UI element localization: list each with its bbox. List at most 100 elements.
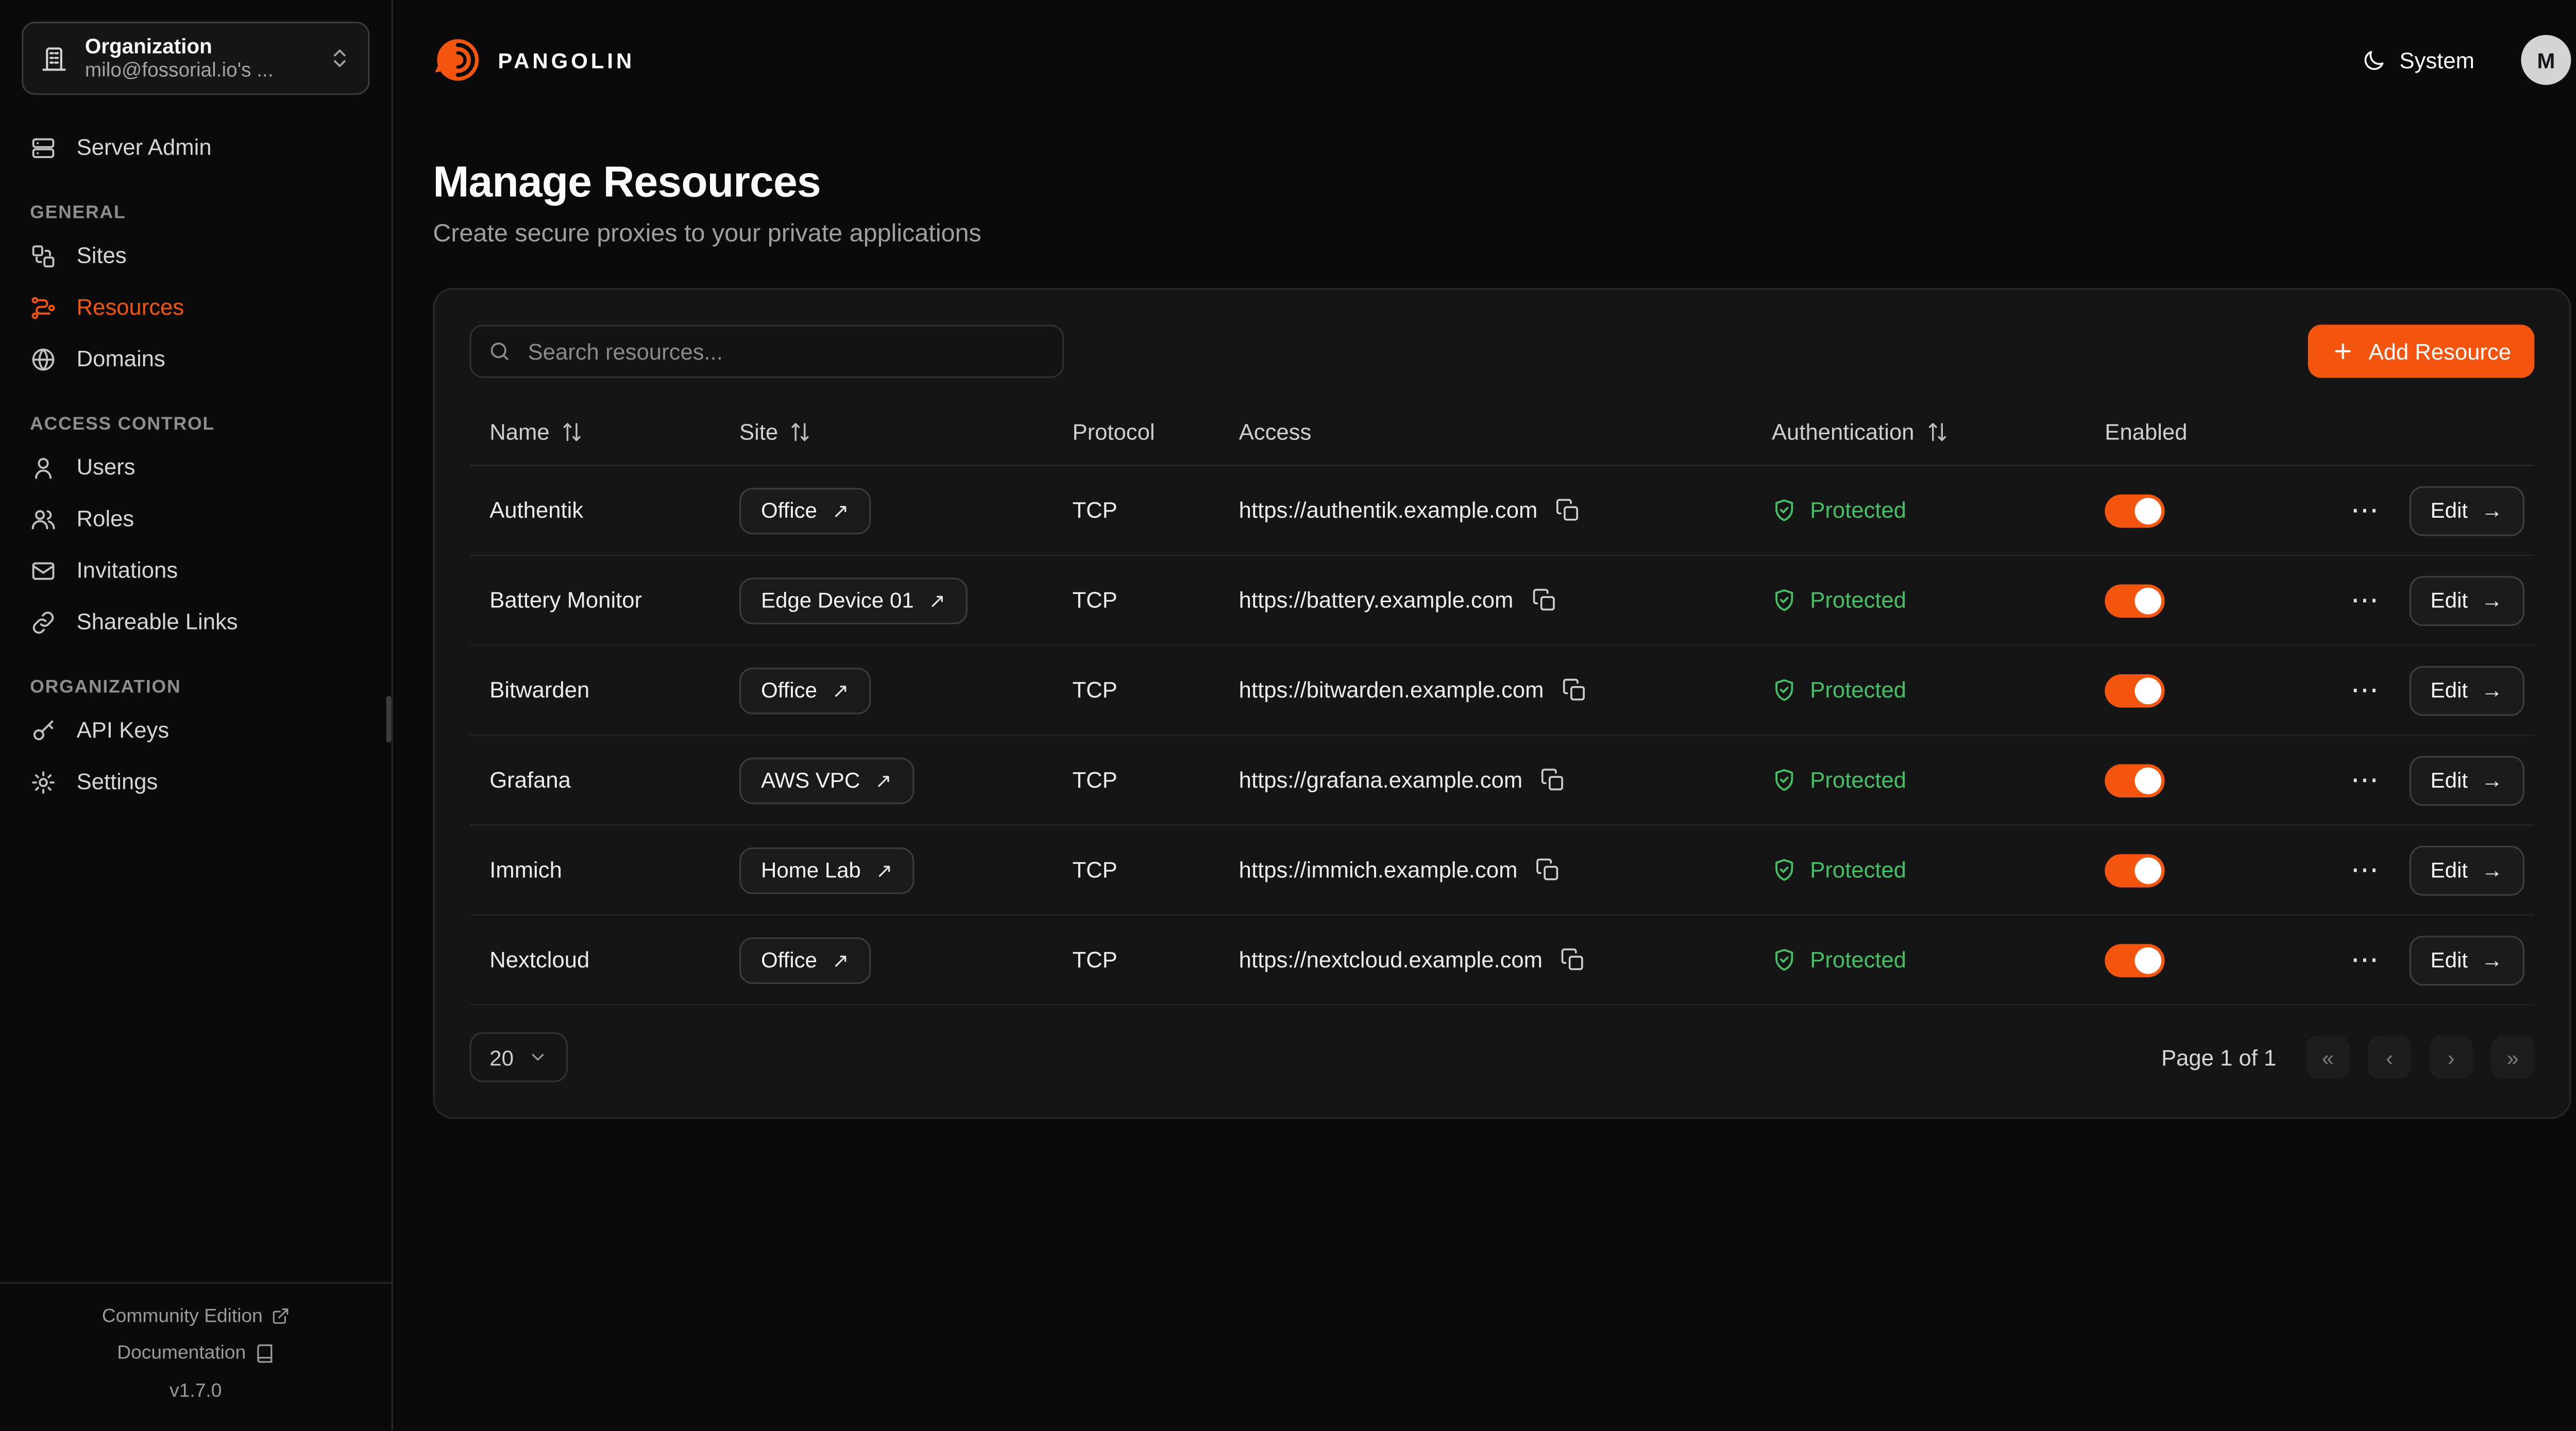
org-picker-text: Organization milo@fossorial.io's ... (85, 35, 312, 81)
sidebar-section-general: GENERAL (16, 203, 375, 223)
site-name: Home Lab (761, 858, 861, 882)
external-link-icon: ↗ (876, 858, 893, 881)
sidebar-item-domains[interactable]: Domains (16, 333, 375, 384)
copy-icon (1561, 947, 1586, 972)
auth-status: Protected (1810, 588, 1906, 612)
moon-icon (2361, 47, 2386, 72)
enabled-toggle[interactable] (2105, 584, 2164, 617)
prev-page-button[interactable]: ‹ (2368, 1035, 2411, 1079)
column-label: Enabled (2105, 419, 2187, 444)
enabled-toggle[interactable] (2105, 853, 2164, 887)
mail-icon (30, 557, 57, 584)
documentation-link[interactable]: Documentation (13, 1336, 378, 1373)
edit-button[interactable]: Edit → (2409, 935, 2524, 985)
page-size-select[interactable]: 20 (469, 1032, 568, 1082)
site-link-button[interactable]: Office ↗ (739, 936, 871, 983)
org-picker[interactable]: Organization milo@fossorial.io's ... (22, 22, 370, 95)
search-input[interactable] (524, 337, 1046, 366)
copy-icon (1556, 498, 1581, 522)
column-header-authentication[interactable]: Authentication (1752, 419, 2084, 444)
more-actions-button[interactable]: ⋯ (2347, 856, 2382, 884)
copy-url-button[interactable] (1556, 498, 1581, 522)
community-edition-label: Community Edition (102, 1298, 263, 1335)
copy-url-button[interactable] (1562, 677, 1587, 702)
more-actions-button[interactable]: ⋯ (2347, 586, 2382, 615)
theme-label: System (2399, 47, 2474, 72)
sidebar-item-label: Settings (77, 769, 158, 794)
edit-label: Edit (2431, 677, 2468, 702)
arrow-right-icon: → (2481, 588, 2503, 612)
sidebar-item-api-keys[interactable]: API Keys (16, 704, 375, 756)
resource-access-url: https://bitwarden.example.com (1239, 677, 1544, 702)
more-actions-button[interactable]: ⋯ (2347, 766, 2382, 794)
card-footer: 20 Page 1 of 1 « ‹ › » (469, 1006, 2534, 1082)
table-row: Nextcloud Office ↗ TCP https://nextcloud… (469, 916, 2534, 1006)
copy-url-button[interactable] (1532, 588, 1556, 612)
gear-icon (30, 769, 57, 795)
site-link-button[interactable]: Home Lab ↗ (739, 847, 914, 893)
viewport: Organization milo@fossorial.io's ... Ser… (0, 0, 2576, 1430)
site-link-button[interactable]: Office ↗ (739, 487, 871, 533)
enabled-toggle[interactable] (2105, 493, 2164, 527)
sidebar-item-resources[interactable]: Resources (16, 281, 375, 333)
topbar-right: System M (2351, 35, 2571, 85)
sidebar-item-server-admin[interactable]: Server Admin (16, 122, 375, 173)
column-header-site[interactable]: Site (719, 419, 1052, 444)
external-link-icon: ↗ (929, 589, 946, 612)
shield-check-icon (1772, 768, 1797, 792)
site-link-button[interactable]: Office ↗ (739, 667, 871, 713)
enabled-toggle[interactable] (2105, 763, 2164, 797)
site-name: Office (761, 498, 817, 522)
link-icon (30, 608, 57, 635)
theme-toggle-button[interactable]: System (2351, 46, 2485, 74)
community-edition-link[interactable]: Community Edition (13, 1298, 378, 1335)
sidebar-item-label: Roles (77, 506, 134, 531)
column-label: Protocol (1072, 419, 1155, 444)
sidebar-item-users[interactable]: Users (16, 441, 375, 493)
key-icon (30, 717, 57, 743)
sidebar-item-label: API Keys (77, 718, 169, 742)
brand-name: PANGOLIN (498, 47, 635, 72)
more-actions-button[interactable]: ⋯ (2347, 946, 2382, 974)
enabled-toggle[interactable] (2105, 673, 2164, 707)
resources-waypoints-icon (30, 294, 57, 320)
sidebar-item-settings[interactable]: Settings (16, 756, 375, 807)
table-header-row: Name Site Protocol Access Authenticati (469, 398, 2534, 466)
site-link-button[interactable]: Edge Device 01 ↗ (739, 577, 967, 623)
copy-icon (1532, 588, 1556, 612)
edit-button[interactable]: Edit → (2409, 485, 2524, 535)
edit-button[interactable]: Edit → (2409, 755, 2524, 805)
page-title: Manage Resources (433, 157, 2571, 208)
sidebar-scrollbar-thumb[interactable] (386, 696, 392, 742)
more-actions-button[interactable]: ⋯ (2347, 496, 2382, 524)
site-link-button[interactable]: AWS VPC ↗ (739, 757, 913, 803)
edit-button[interactable]: Edit → (2409, 575, 2524, 625)
copy-url-button[interactable] (1536, 858, 1561, 882)
copy-url-button[interactable] (1541, 768, 1566, 792)
edit-button[interactable]: Edit → (2409, 665, 2524, 715)
copy-url-button[interactable] (1561, 947, 1586, 972)
shield-check-icon (1772, 677, 1797, 702)
resource-access-url: https://grafana.example.com (1239, 768, 1523, 792)
sites-icon (30, 242, 57, 269)
column-header-access: Access (1219, 419, 1752, 444)
next-page-button[interactable]: › (2430, 1035, 2473, 1079)
sidebar-item-invitations[interactable]: Invitations (16, 544, 375, 596)
more-actions-button[interactable]: ⋯ (2347, 676, 2382, 704)
column-header-name[interactable]: Name (469, 419, 719, 444)
arrow-right-icon: → (2481, 768, 2503, 792)
sidebar-item-shareable-links[interactable]: Shareable Links (16, 596, 375, 648)
resource-table: Name Site Protocol Access Authenticati (469, 398, 2534, 1006)
edit-button[interactable]: Edit → (2409, 845, 2524, 895)
first-page-button[interactable]: « (2306, 1035, 2349, 1079)
site-name: Edge Device 01 (761, 588, 914, 612)
chevron-down-icon (529, 1047, 549, 1067)
last-page-button[interactable]: » (2491, 1035, 2534, 1079)
enabled-toggle[interactable] (2105, 943, 2164, 977)
avatar[interactable]: M (2521, 35, 2571, 85)
auth-status: Protected (1810, 677, 1906, 702)
shield-check-icon (1772, 588, 1797, 612)
sidebar-item-roles[interactable]: Roles (16, 493, 375, 544)
sidebar-item-sites[interactable]: Sites (16, 230, 375, 281)
add-resource-button[interactable]: Add Resource (2309, 325, 2534, 378)
